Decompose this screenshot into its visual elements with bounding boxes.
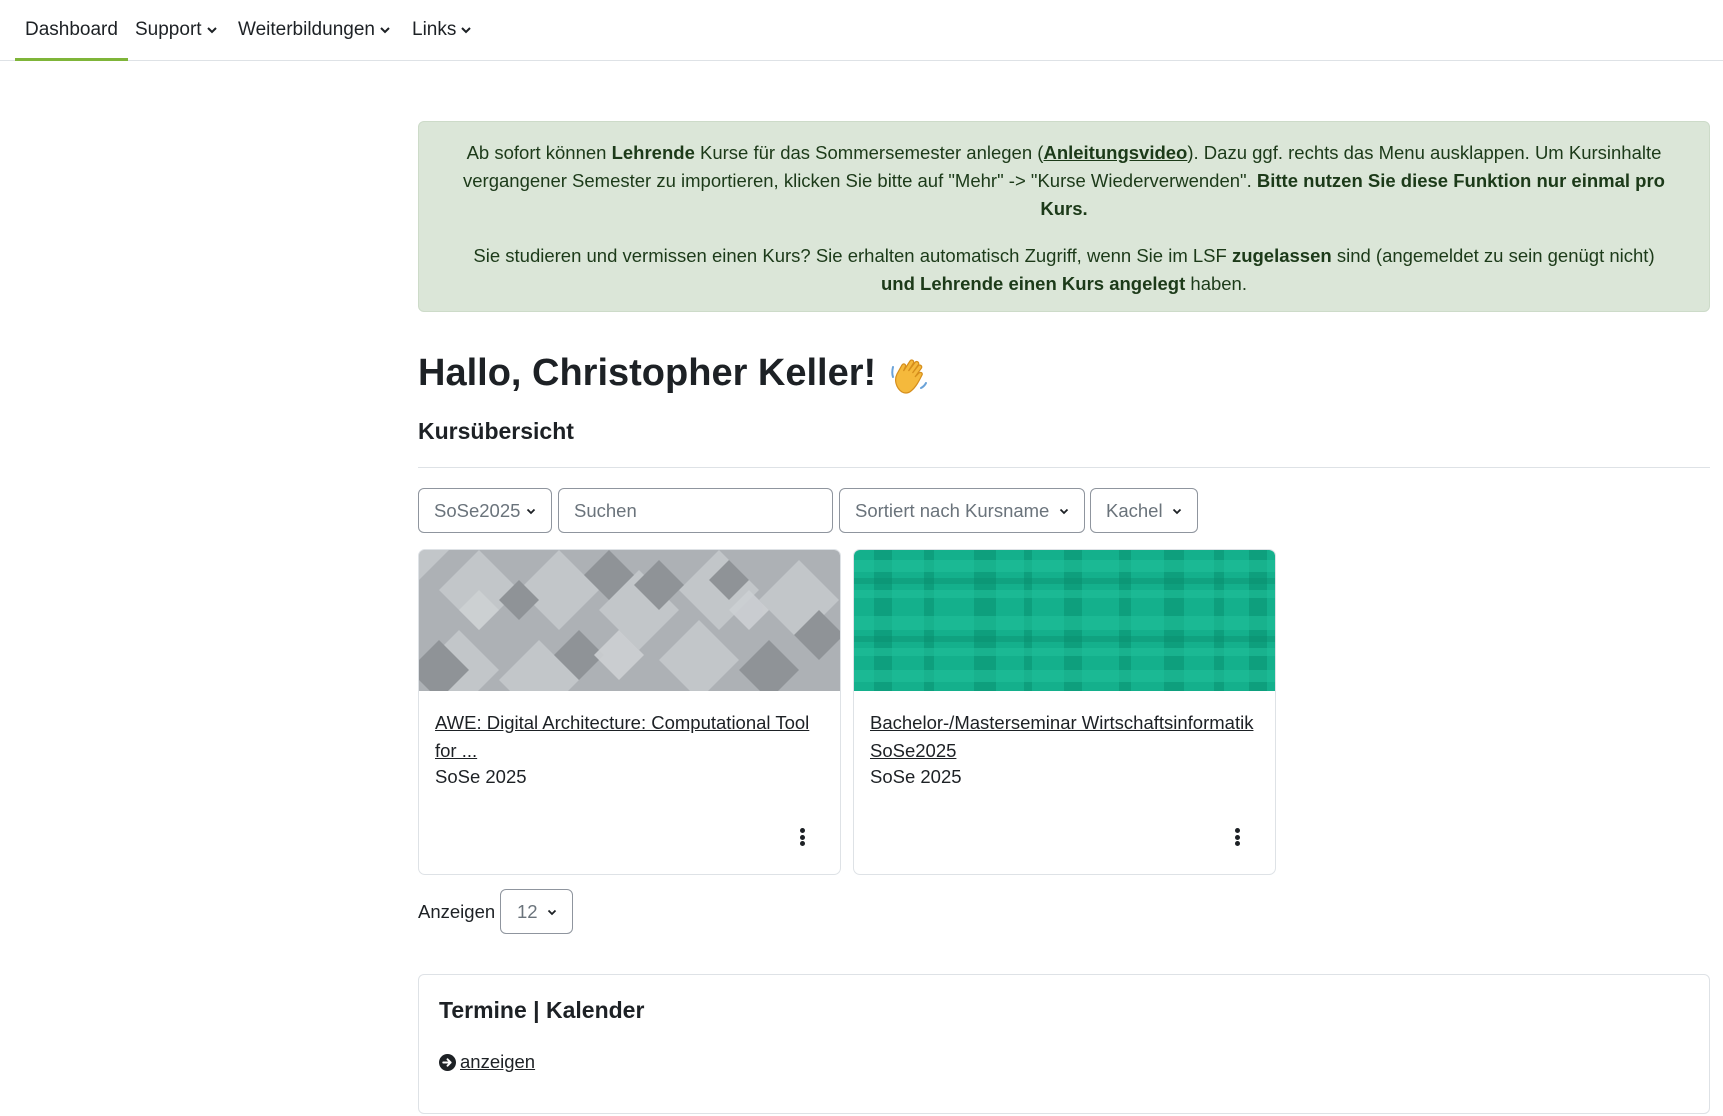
per-page-dropdown[interactable]: 12 bbox=[500, 889, 573, 934]
alert-bold-text: Lehrende bbox=[611, 142, 695, 163]
nav-item-label: Support bbox=[135, 19, 202, 40]
chevron-down-icon bbox=[526, 508, 536, 515]
greeting-text: Hallo, Christopher Keller! bbox=[418, 352, 877, 394]
chevron-down-icon bbox=[380, 27, 390, 34]
waving-hand-icon bbox=[891, 359, 928, 394]
course-term: SoSe 2025 bbox=[870, 766, 962, 787]
course-actions-menu-icon[interactable] bbox=[794, 825, 810, 849]
alert-text: sind (angemeldet zu sein genügt nicht) bbox=[1331, 245, 1655, 266]
arrow-circle-right-icon bbox=[439, 1053, 456, 1071]
tutorial-video-link[interactable]: Anleitungsvideo bbox=[1043, 142, 1187, 163]
calendar-block-title: Termine | Kalender bbox=[439, 997, 645, 1023]
alert-text: Kurse für das Sommersemester anlegen ( bbox=[694, 142, 1044, 163]
course-overview-heading: Kursübersicht bbox=[418, 418, 574, 444]
alert-text: Sie studieren und vermissen einen Kurs? … bbox=[473, 245, 1232, 266]
sort-dropdown[interactable]: Sortiert nach Kursname bbox=[839, 488, 1085, 533]
nav-item-support[interactable]: Support bbox=[135, 0, 218, 60]
alert-paragraph-students: Sie studieren und vermissen einen Kurs? … bbox=[457, 242, 1671, 298]
course-image-teal-pattern[interactable] bbox=[854, 550, 1276, 691]
course-title-link[interactable]: Bachelor-/Masterseminar Wirtschaftsinfor… bbox=[870, 709, 1260, 765]
grouping-selected: SoSe2025 bbox=[434, 499, 521, 521]
nav-item-label: Weiterbildungen bbox=[238, 19, 375, 40]
course-image-grey-pattern[interactable] bbox=[419, 550, 841, 691]
alert-bold-text: zugelassen bbox=[1231, 245, 1332, 266]
top-navigation: Dashboard Support Weiterbildungen Links bbox=[0, 0, 1723, 61]
calendar-show-link-row: anzeigen bbox=[439, 1051, 535, 1073]
alert-text: Ab sofort können bbox=[466, 142, 612, 163]
search-input[interactable]: Suchen bbox=[558, 488, 833, 533]
view-dropdown[interactable]: Kachel bbox=[1090, 488, 1198, 533]
chevron-down-icon bbox=[1172, 508, 1182, 515]
nav-item-links[interactable]: Links bbox=[412, 0, 472, 60]
info-alert: Ab sofort können Lehrende Kurse für das … bbox=[418, 121, 1710, 312]
chevron-down-icon bbox=[547, 909, 557, 916]
alert-text: haben. bbox=[1185, 273, 1247, 294]
nav-item-label: Dashboard bbox=[25, 19, 118, 40]
chevron-down-icon bbox=[1059, 508, 1069, 515]
page-title: Hallo, Christopher Keller! bbox=[418, 352, 930, 396]
per-page-selected: 12 bbox=[517, 900, 538, 922]
per-page-label: Anzeigen bbox=[418, 901, 496, 922]
course-card: AWE: Digital Architecture: Computational… bbox=[418, 549, 841, 875]
grouping-dropdown[interactable]: SoSe2025 bbox=[418, 488, 552, 533]
alert-paragraph-teachers: Ab sofort können Lehrende Kurse für das … bbox=[457, 139, 1671, 223]
nav-item-weiterbildungen[interactable]: Weiterbildungen bbox=[238, 0, 391, 60]
nav-item-dashboard[interactable]: Dashboard bbox=[15, 0, 128, 61]
search-placeholder: Suchen bbox=[574, 499, 637, 521]
nav-item-label: Links bbox=[412, 19, 457, 40]
course-actions-menu-icon[interactable] bbox=[1229, 825, 1245, 849]
sort-selected: Sortiert nach Kursname bbox=[855, 499, 1050, 521]
course-term: SoSe 2025 bbox=[435, 766, 527, 787]
chevron-down-icon bbox=[206, 27, 217, 34]
divider bbox=[418, 467, 1710, 468]
chevron-down-icon bbox=[461, 27, 472, 34]
calendar-block: Termine | Kalender anzeigen bbox=[418, 974, 1710, 1114]
calendar-show-link[interactable]: anzeigen bbox=[460, 1051, 535, 1073]
course-card: Bachelor-/Masterseminar Wirtschaftsinfor… bbox=[853, 549, 1276, 875]
course-title-link[interactable]: AWE: Digital Architecture: Computational… bbox=[435, 709, 825, 765]
view-selected: Kachel bbox=[1106, 499, 1163, 521]
alert-bold-text: und Lehrende einen Kurs angelegt bbox=[881, 273, 1186, 294]
